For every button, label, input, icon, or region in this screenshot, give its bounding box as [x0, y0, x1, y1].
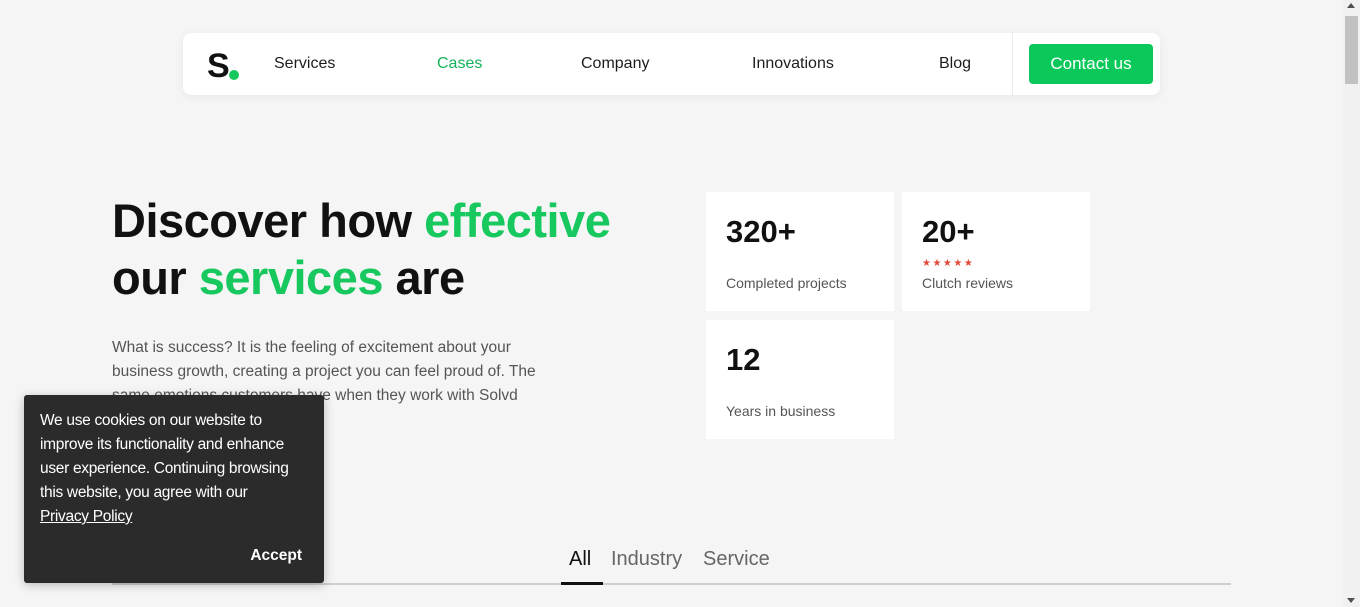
cookie-banner: We use cookies on our website to improve…	[24, 395, 324, 583]
cookie-text-block: We use cookies on our website to improve…	[40, 409, 312, 529]
stat-value: 12	[726, 342, 761, 377]
rating-stars-icon: ★★★★★	[922, 258, 975, 269]
stat-card-reviews: 20+ ★★★★★ Clutch reviews	[902, 192, 1090, 311]
hero-title-part2: our	[112, 251, 199, 304]
cookie-message: We use cookies on our website to improve…	[40, 412, 289, 501]
tabs-divider	[112, 583, 1231, 585]
page-scrollbar[interactable]	[1343, 0, 1360, 607]
stat-label: Clutch reviews	[922, 275, 1014, 291]
stat-label: Years in business	[726, 403, 836, 419]
stat-label: Completed projects	[726, 275, 847, 291]
hero-title-accent1: effective	[424, 194, 611, 247]
nav-services[interactable]: Services	[274, 55, 335, 73]
nav-cases[interactable]: Cases	[437, 55, 482, 73]
privacy-policy-link[interactable]: Privacy Policy	[40, 508, 133, 525]
contact-us-button[interactable]: Contact us	[1029, 44, 1153, 84]
svg-text:S: S	[207, 49, 230, 81]
hero-title-part1: Discover how	[112, 194, 425, 247]
active-tab-indicator	[561, 582, 603, 585]
tab-service[interactable]: Service	[703, 548, 770, 571]
scroll-up-arrow-icon[interactable]	[1347, 3, 1355, 8]
scroll-down-arrow-icon[interactable]	[1347, 598, 1355, 603]
nav-blog[interactable]: Blog	[939, 55, 971, 73]
stat-card-years: 12 Years in business	[706, 320, 894, 439]
stat-value: 320+	[726, 214, 796, 249]
stat-value: 20+	[922, 214, 975, 249]
hero-title-part3: are	[382, 251, 466, 304]
hero-title: Discover how effective our services are	[112, 192, 672, 306]
scroll-thumb[interactable]	[1345, 16, 1358, 84]
site-header: S Services Cases Company Innovations Blo…	[183, 33, 1160, 95]
stat-card-projects: 320+ Completed projects	[706, 192, 894, 311]
tab-industry[interactable]: Industry	[611, 548, 682, 571]
nav-divider	[1012, 33, 1013, 95]
logo-icon[interactable]: S	[207, 49, 241, 81]
nav-innovations[interactable]: Innovations	[752, 55, 834, 73]
nav-company[interactable]: Company	[581, 55, 649, 73]
accept-cookies-button[interactable]: Accept	[250, 547, 302, 565]
hero-title-accent2: services	[198, 251, 384, 304]
tab-all[interactable]: All	[569, 548, 591, 571]
